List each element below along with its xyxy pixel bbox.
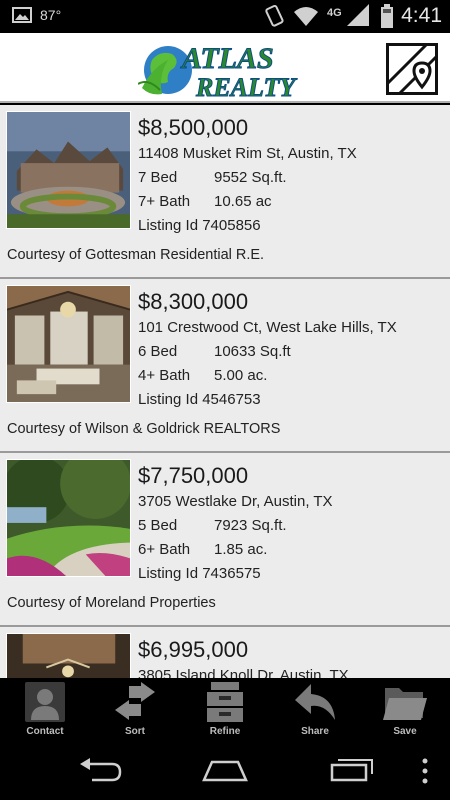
listing-sqft: 9552 Sq.ft. <box>214 169 287 186</box>
listing-item[interactable]: $6,995,000 3805 Island Knoll Dr, Austin,… <box>0 627 450 678</box>
listing-acres: 5.00 ac. <box>214 367 268 384</box>
listing-address: 3705 Westlake Dr, Austin, TX <box>138 493 333 510</box>
listing-price: $8,500,000 <box>138 115 249 140</box>
share-arrow-icon <box>295 684 335 720</box>
listing-price: $6,995,000 <box>138 637 249 662</box>
listing-address: 101 Crestwood Ct, West Lake Hills, TX <box>138 319 397 336</box>
refine-button[interactable]: Refine <box>180 678 270 740</box>
listing-beds-sqft: 6 Bed 10633 Sq.ft <box>138 343 291 360</box>
image-icon <box>12 7 32 23</box>
listing-address: 11408 Musket Rim St, Austin, TX <box>138 145 357 162</box>
listing-beds: 5 Bed <box>138 517 178 534</box>
listing-beds-sqft: 7 Bed 9552 Sq.ft. <box>138 169 287 186</box>
listing-photo[interactable] <box>6 459 131 577</box>
listing-price: $7,750,000 <box>138 463 249 488</box>
home-icon[interactable] <box>200 758 250 782</box>
contact-icon <box>25 682 65 722</box>
listing-baths-acres: 6+ Bath 1.85 ac. <box>138 541 267 558</box>
listing-photo[interactable] <box>6 111 131 229</box>
network-label: 4G <box>327 7 342 19</box>
listing-address: 3805 Island Knoll Dr, Austin, TX <box>138 667 349 678</box>
wifi-icon <box>294 7 319 26</box>
listing-baths: 7+ Bath <box>138 193 191 210</box>
listing-baths-acres: 4+ Bath 5.00 ac. <box>138 367 267 384</box>
system-nav-bar <box>0 740 450 800</box>
listing-baths: 6+ Bath <box>138 541 191 558</box>
atlas-realty-logo: ATLAS REALTY <box>138 42 298 100</box>
sort-arrows-icon <box>115 682 155 720</box>
listing-baths-acres: 7+ Bath 10.65 ac <box>138 193 272 210</box>
listing-photo[interactable] <box>6 285 131 403</box>
app-header: ATLAS REALTY <box>0 33 450 103</box>
clock: 4:41 <box>401 4 442 27</box>
back-icon[interactable] <box>78 758 122 782</box>
battery-icon <box>381 4 394 28</box>
battery-percent: 87° <box>40 7 62 23</box>
listing-list[interactable]: $8,500,000 11408 Musket Rim St, Austin, … <box>0 105 450 678</box>
map-view-button[interactable] <box>386 43 438 95</box>
listing-item[interactable]: $7,750,000 3705 Westlake Dr, Austin, TX … <box>0 453 450 627</box>
listing-courtesy: Courtesy of Wilson & Goldrick REALTORS <box>7 421 281 437</box>
contact-label: Contact <box>26 726 64 737</box>
folder-icon <box>383 688 427 720</box>
listing-id: Listing Id 4546753 <box>138 391 261 408</box>
listing-sqft: 10633 Sq.ft <box>214 343 291 360</box>
refine-label: Refine <box>209 726 241 737</box>
listing-item[interactable]: $8,500,000 11408 Musket Rim St, Austin, … <box>0 105 450 279</box>
sort-button[interactable]: Sort <box>90 678 180 740</box>
overflow-menu-icon[interactable] <box>420 758 430 784</box>
listing-item[interactable]: $8,300,000 101 Crestwood Ct, West Lake H… <box>0 279 450 453</box>
listing-id: Listing Id 7405856 <box>138 217 261 234</box>
sort-label: Sort <box>125 726 145 737</box>
save-button[interactable]: Save <box>360 678 450 740</box>
listing-baths: 4+ Bath <box>138 367 191 384</box>
save-label: Save <box>393 726 417 737</box>
listing-photo[interactable] <box>6 633 131 678</box>
listing-id: Listing Id 7436575 <box>138 565 261 582</box>
listing-courtesy: Courtesy of Gottesman Residential R.E. <box>7 247 265 263</box>
share-label: Share <box>301 726 329 737</box>
listing-sqft: 7923 Sq.ft. <box>214 517 287 534</box>
recent-apps-icon[interactable] <box>328 756 376 782</box>
listing-acres: 10.65 ac <box>214 193 272 210</box>
svg-text:REALTY: REALTY <box>195 73 297 100</box>
listing-beds: 7 Bed <box>138 169 178 186</box>
refine-drawer-icon <box>207 682 243 722</box>
listing-courtesy: Courtesy of Moreland Properties <box>7 595 216 611</box>
listing-acres: 1.85 ac. <box>214 541 268 558</box>
status-bar: 87° 4G 4:41 <box>0 0 450 33</box>
share-button[interactable]: Share <box>270 678 360 740</box>
contact-button[interactable]: Contact <box>0 678 90 740</box>
listing-price: $8,300,000 <box>138 289 249 314</box>
vibrate-icon <box>265 4 284 27</box>
listing-beds-sqft: 5 Bed 7923 Sq.ft. <box>138 517 287 534</box>
bottom-toolbar: Contact Sort Refine Share Save <box>0 678 450 740</box>
svg-text:ATLAS: ATLAS <box>180 42 274 75</box>
signal-icon: 4G <box>327 4 370 26</box>
listing-beds: 6 Bed <box>138 343 178 360</box>
